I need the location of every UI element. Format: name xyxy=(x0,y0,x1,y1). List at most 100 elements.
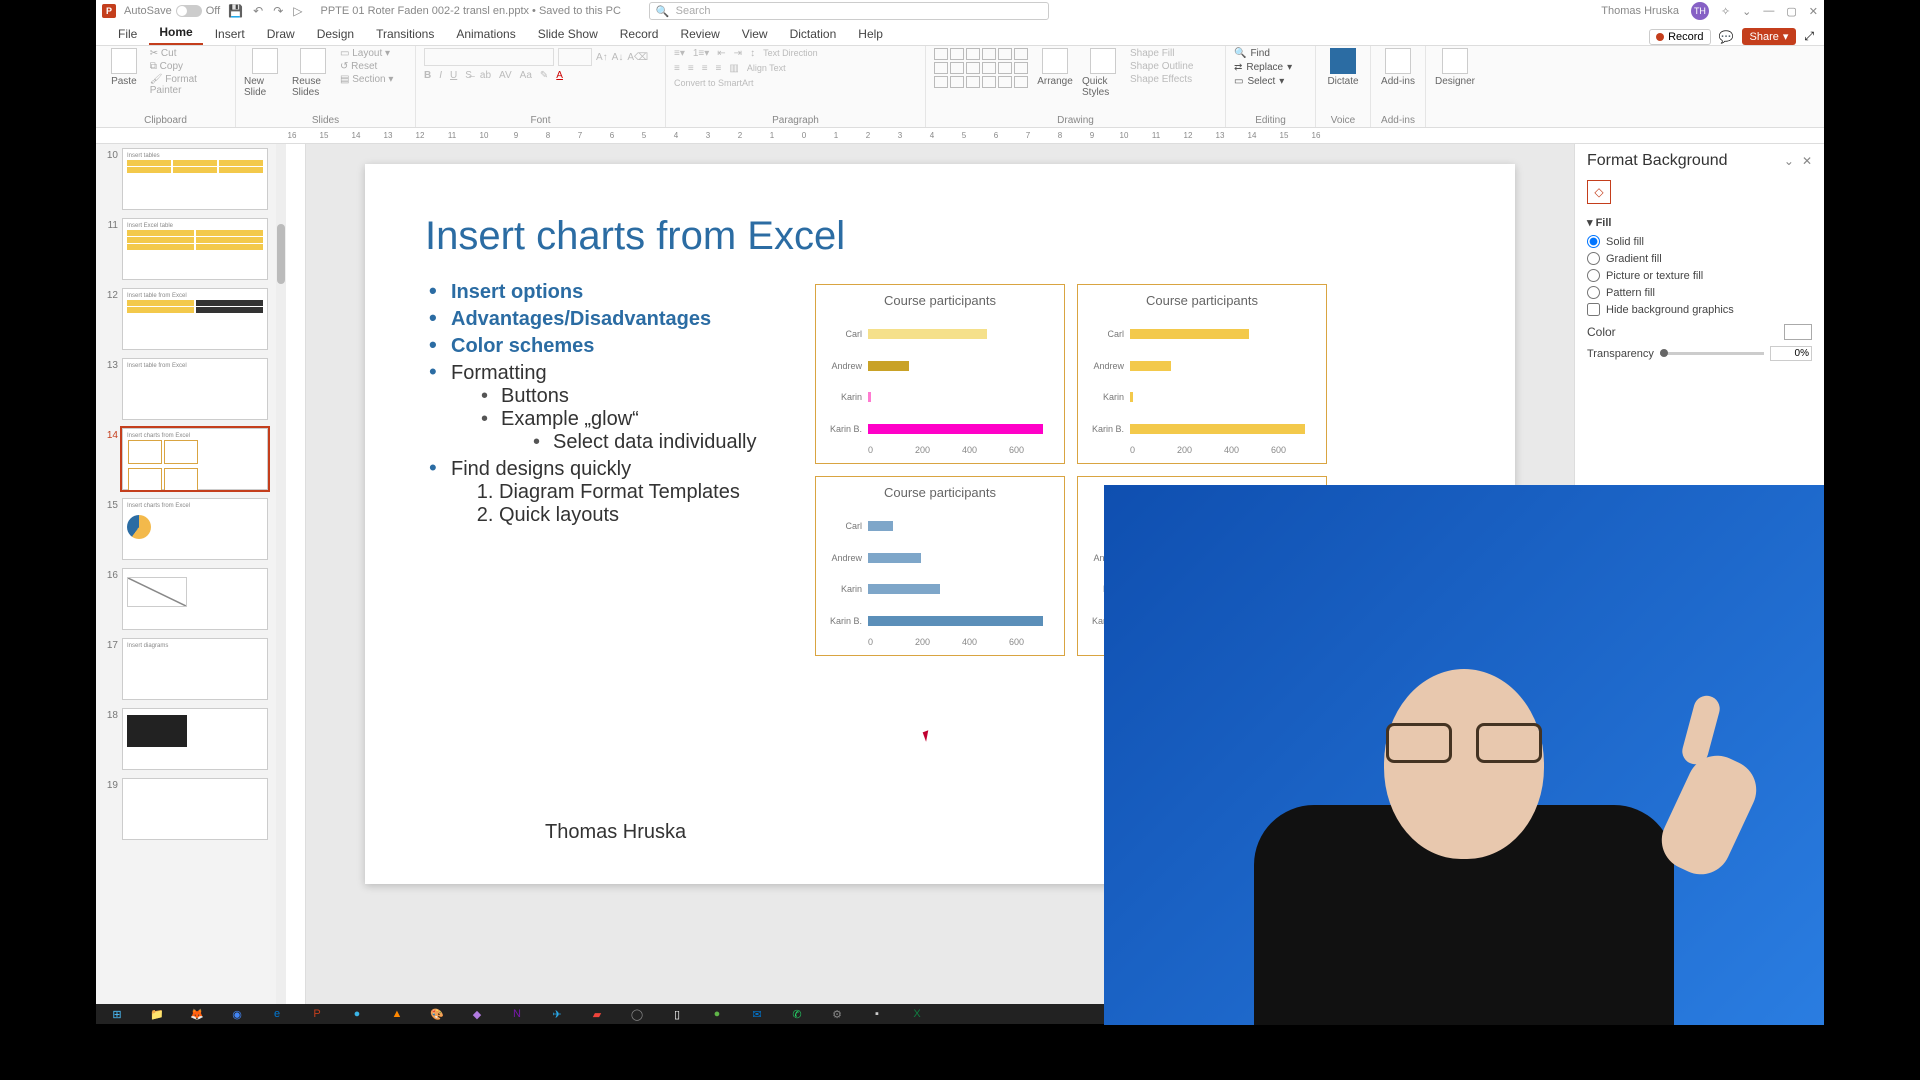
minimize-icon[interactable]: — xyxy=(1763,5,1774,17)
task-settings-icon[interactable]: ⚙ xyxy=(820,1006,854,1022)
transparency-slider[interactable] xyxy=(1660,352,1764,355)
task-anydesk-icon[interactable]: ▰ xyxy=(580,1006,614,1022)
tab-view[interactable]: View xyxy=(732,23,778,45)
shape-fill-button[interactable]: Shape Fill xyxy=(1130,48,1193,59)
align-center-button[interactable]: ≡ xyxy=(688,63,694,74)
tab-dictation[interactable]: Dictation xyxy=(780,23,847,45)
tab-slideshow[interactable]: Slide Show xyxy=(528,23,608,45)
strike-button[interactable]: S̶ xyxy=(465,70,472,81)
task-whatsapp-icon[interactable]: ✆ xyxy=(780,1006,814,1022)
font-family-dropdown[interactable] xyxy=(424,48,554,66)
copy-button[interactable]: ⧉ Copy xyxy=(150,61,227,72)
bold-button[interactable]: B xyxy=(424,70,431,81)
thumb-10[interactable]: 10Insert tables xyxy=(100,148,268,210)
task-onenote-icon[interactable]: N xyxy=(500,1006,534,1022)
thumb-14[interactable]: 14Insert charts from Excel xyxy=(100,428,268,490)
shape-outline-button[interactable]: Shape Outline xyxy=(1130,61,1193,72)
thumb-11[interactable]: 11Insert Excel table xyxy=(100,218,268,280)
tab-animations[interactable]: Animations xyxy=(446,23,525,45)
reset-button[interactable]: ↺ Reset xyxy=(340,61,393,72)
task-app-icon[interactable]: ◆ xyxy=(460,1006,494,1022)
pane-close-icon[interactable]: ✕ xyxy=(1802,154,1812,168)
coming-soon-icon[interactable]: ✧ xyxy=(1721,5,1730,18)
cut-button[interactable]: ✂ Cut xyxy=(150,48,227,59)
dictate-button[interactable]: Dictate xyxy=(1324,48,1362,87)
select-button[interactable]: ▭ Select ▾ xyxy=(1234,76,1292,87)
task-explorer-icon[interactable]: 📁 xyxy=(140,1006,174,1022)
tab-record[interactable]: Record xyxy=(610,23,669,45)
align-right-button[interactable]: ≡ xyxy=(702,63,708,74)
task-telegram-icon[interactable]: ✈ xyxy=(540,1006,574,1022)
task-edge-icon[interactable]: e xyxy=(260,1006,294,1022)
task-cmd-icon[interactable]: ▪ xyxy=(860,1006,894,1022)
task-powerpoint-icon[interactable]: P xyxy=(300,1006,334,1022)
clear-format-icon[interactable]: A⌫ xyxy=(627,52,648,63)
redo-icon[interactable]: ↷ xyxy=(273,4,283,18)
highlight-button[interactable]: ✎ xyxy=(540,70,548,81)
transparency-input[interactable] xyxy=(1770,346,1812,361)
thumb-16[interactable]: 16 xyxy=(100,568,268,630)
opt-picture-fill[interactable]: Picture or texture fill xyxy=(1587,269,1812,282)
indent-decrease-button[interactable]: ⇤ xyxy=(717,48,725,59)
task-excel-icon[interactable]: X xyxy=(900,1006,934,1022)
radio-picture[interactable] xyxy=(1587,269,1600,282)
tab-home[interactable]: Home xyxy=(149,21,202,45)
align-left-button[interactable]: ≡ xyxy=(674,63,680,74)
autosave-toggle[interactable]: AutoSave Off xyxy=(124,5,220,17)
thumb-12[interactable]: 12Insert table from Excel xyxy=(100,288,268,350)
opt-hide-bg[interactable]: Hide background graphics xyxy=(1587,303,1812,316)
task-outlook-icon[interactable]: ✉ xyxy=(740,1006,774,1022)
tab-design[interactable]: Design xyxy=(307,23,364,45)
scrollbar-thumb[interactable] xyxy=(277,224,285,284)
opt-gradient-fill[interactable]: Gradient fill xyxy=(1587,252,1812,265)
increase-font-icon[interactable]: A↑ xyxy=(596,52,608,63)
italic-button[interactable]: I xyxy=(439,70,442,81)
justify-button[interactable]: ≡ xyxy=(716,63,722,74)
align-text-button[interactable]: Align Text xyxy=(747,63,786,74)
opt-solid-fill[interactable]: Solid fill xyxy=(1587,235,1812,248)
close-icon[interactable]: ✕ xyxy=(1809,5,1818,18)
new-slide-button[interactable]: New Slide xyxy=(244,48,286,98)
task-chrome-icon[interactable]: ◉ xyxy=(220,1006,254,1022)
maximize-icon[interactable]: ▢ xyxy=(1786,5,1796,18)
layout-button[interactable]: ▭ Layout ▾ xyxy=(340,48,393,59)
line-spacing-button[interactable]: ↕ xyxy=(750,48,755,59)
tab-file[interactable]: File xyxy=(108,23,147,45)
replace-button[interactable]: ⇄ Replace ▾ xyxy=(1234,62,1292,73)
task-obs-icon[interactable]: ◯ xyxy=(620,1006,654,1022)
spacing-button[interactable]: AV xyxy=(499,70,512,81)
columns-button[interactable]: ▥ xyxy=(729,63,738,74)
opt-pattern-fill[interactable]: Pattern fill xyxy=(1587,286,1812,299)
task-vlc-icon[interactable]: ▲ xyxy=(380,1006,414,1022)
paste-button[interactable]: Paste xyxy=(104,48,144,87)
text-direction-button[interactable]: Text Direction xyxy=(763,48,818,59)
task-camtasia-icon[interactable]: ● xyxy=(700,1006,734,1022)
addins-button[interactable]: Add-ins xyxy=(1379,48,1417,87)
tab-transitions[interactable]: Transitions xyxy=(366,23,444,45)
shapes-gallery[interactable] xyxy=(934,48,1028,88)
task-firefox-icon[interactable]: 🦊 xyxy=(180,1006,214,1022)
radio-solid[interactable] xyxy=(1587,235,1600,248)
thumb-17[interactable]: 17Insert diagrams xyxy=(100,638,268,700)
numbering-button[interactable]: 1≡▾ xyxy=(693,48,709,59)
tab-help[interactable]: Help xyxy=(848,23,893,45)
reuse-slides-button[interactable]: Reuse Slides xyxy=(292,48,334,98)
comments-icon[interactable]: 💬 xyxy=(1719,30,1734,44)
user-avatar[interactable]: TH xyxy=(1691,2,1709,20)
font-size-dropdown[interactable] xyxy=(558,48,592,66)
thumb-13[interactable]: 13Insert table from Excel xyxy=(100,358,268,420)
font-color-button[interactable]: A xyxy=(556,70,563,81)
fill-section-toggle[interactable]: ▾ Fill xyxy=(1587,216,1812,229)
decrease-font-icon[interactable]: A↓ xyxy=(612,52,624,63)
color-swatch-button[interactable] xyxy=(1784,324,1812,340)
record-button[interactable]: Record xyxy=(1649,29,1710,45)
bullets-button[interactable]: ≡▾ xyxy=(674,48,685,59)
thumbnail-scrollbar[interactable] xyxy=(276,144,286,1006)
start-button[interactable]: ⊞ xyxy=(100,1006,134,1022)
thumb-18[interactable]: 18 xyxy=(100,708,268,770)
arrange-button[interactable]: Arrange xyxy=(1034,48,1076,87)
task-paint-icon[interactable]: 🎨 xyxy=(420,1006,454,1022)
radio-gradient[interactable] xyxy=(1587,252,1600,265)
present-icon[interactable]: ⤢ xyxy=(1804,29,1814,44)
slideshow-icon[interactable]: ▷ xyxy=(293,4,302,18)
